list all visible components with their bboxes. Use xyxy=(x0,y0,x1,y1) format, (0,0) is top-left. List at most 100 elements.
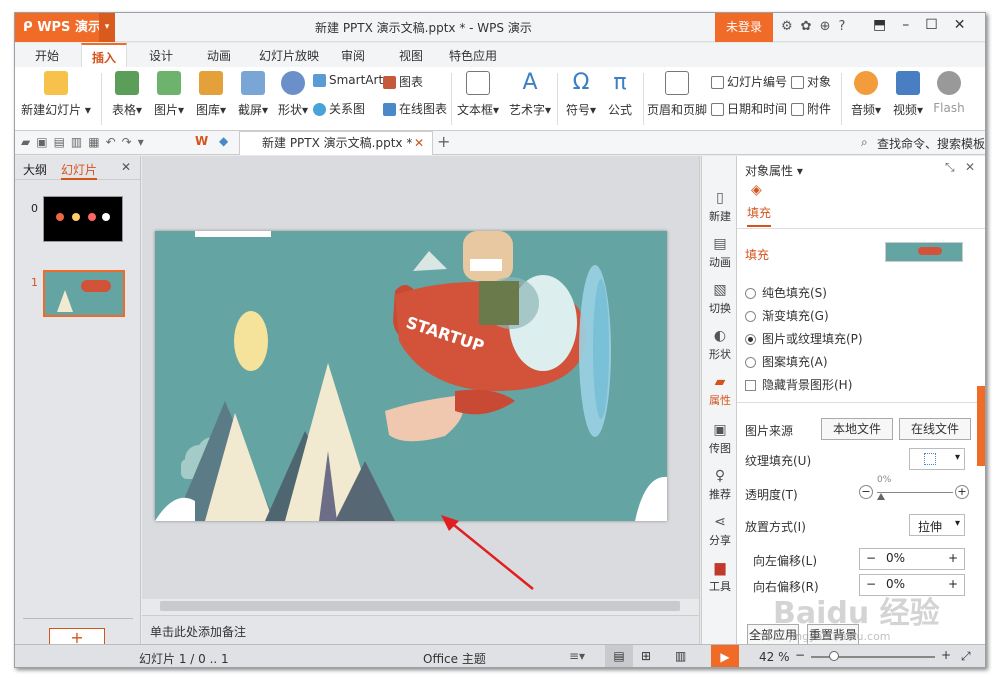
chart-button[interactable]: 图表 xyxy=(383,73,423,90)
open-icon[interactable]: ▰ xyxy=(21,135,36,149)
increase-icon[interactable]: + xyxy=(955,485,969,499)
preview-icon[interactable]: ▦ xyxy=(88,135,105,149)
picture-button[interactable]: 图片▾ xyxy=(149,71,189,118)
tab-slides[interactable]: 幻灯片 xyxy=(61,161,98,180)
minus-icon[interactable]: − xyxy=(866,551,876,565)
sidebar-item-properties[interactable]: ▰ 属性 xyxy=(702,374,738,408)
gallery-button[interactable]: 图库▾ xyxy=(191,71,231,118)
restore-up-icon[interactable]: ⬒ xyxy=(873,17,902,33)
sidebar-item-animation[interactable]: ▤ 动画 xyxy=(702,236,738,270)
new-tab-icon[interactable]: + xyxy=(437,132,450,151)
notes-area[interactable]: 单击此处添加备注 xyxy=(142,615,699,644)
slide-thumb-0[interactable] xyxy=(43,196,123,242)
tab-review[interactable]: 审阅 xyxy=(341,47,365,64)
chevron-down-icon[interactable]: ▾ xyxy=(99,13,115,42)
command-search-input[interactable]: 查找命令、搜索模板 xyxy=(877,135,985,152)
relation-button[interactable]: 关系图 xyxy=(313,100,365,117)
panel-scroll-marker[interactable] xyxy=(977,386,985,466)
close-panel-icon[interactable]: ✕ xyxy=(965,160,975,174)
wordart-button[interactable]: A 艺术字▾ xyxy=(507,71,553,118)
close-panel-icon[interactable]: ✕ xyxy=(121,160,131,174)
zoom-thumb[interactable] xyxy=(829,651,839,661)
slide-sorter-icon[interactable]: ⊞ xyxy=(641,649,651,663)
tab-view[interactable]: 视图 xyxy=(399,47,423,64)
solid-fill-radio[interactable]: 纯色填充(S) xyxy=(745,284,827,301)
slide-thumb-1[interactable] xyxy=(43,270,125,317)
new-slide-button[interactable]: 新建幻灯片 ▾ xyxy=(21,71,91,118)
sidebar-item-new[interactable]: ▯ 新建 xyxy=(702,190,738,224)
redo-icon[interactable]: ↷ xyxy=(122,135,138,149)
panel-title[interactable]: 对象属性 ▾ xyxy=(745,162,803,179)
wps-w-icon[interactable]: W xyxy=(195,134,208,148)
horizontal-scrollbar[interactable] xyxy=(142,599,699,613)
slide-number-button[interactable]: 幻灯片编号 xyxy=(711,73,787,90)
transparency-slider[interactable]: − 0% + xyxy=(859,475,969,502)
fit-window-icon[interactable]: ⤢ xyxy=(961,649,971,664)
tab-outline[interactable]: 大纲 xyxy=(23,161,47,178)
wps-logo-button[interactable]: ᑭ WPS 演示 ▾ xyxy=(15,13,115,42)
placement-dropdown[interactable]: 拉伸 ▾ xyxy=(909,514,965,536)
login-button[interactable]: 未登录 xyxy=(715,13,773,42)
texture-dropdown[interactable]: ▾ xyxy=(909,448,965,470)
export-pdf-icon[interactable]: ▤ xyxy=(54,135,71,149)
smartart-button[interactable]: SmartArt xyxy=(313,73,383,87)
gradient-fill-radio[interactable]: 渐变填充(G) xyxy=(745,307,829,324)
tab-animation[interactable]: 动画 xyxy=(207,47,231,64)
audio-button[interactable]: 音频▾ xyxy=(847,71,885,118)
print-icon[interactable]: ▥ xyxy=(71,135,88,149)
plus-icon[interactable]: + xyxy=(948,551,958,565)
attachment-button[interactable]: 附件 xyxy=(791,100,831,117)
feedback-icon[interactable]: ⊕ xyxy=(820,19,839,34)
dropdown-icon[interactable]: ▾ xyxy=(138,135,150,149)
slider-thumb[interactable] xyxy=(877,493,885,500)
help-icon[interactable]: ? xyxy=(838,19,853,34)
video-button[interactable]: 视频▾ xyxy=(889,71,927,118)
decrease-icon[interactable]: − xyxy=(859,485,873,499)
sidebar-item-tools[interactable]: ▆ 工具 xyxy=(702,560,738,594)
normal-view-icon[interactable]: ▤ xyxy=(605,645,633,667)
header-footer-button[interactable]: 页眉和页脚 xyxy=(647,71,707,118)
formula-button[interactable]: π 公式 xyxy=(605,71,635,118)
offset-left-stepper[interactable]: −0% + xyxy=(859,548,965,570)
sidebar-item-share[interactable]: ⋖ 分享 xyxy=(702,514,738,548)
tab-insert[interactable]: 插入 xyxy=(81,43,128,68)
hide-background-checkbox[interactable]: 隐藏背景图形(H) xyxy=(745,376,852,393)
zoom-in-icon[interactable]: + xyxy=(941,648,951,662)
settings-icon[interactable]: ✿ xyxy=(801,19,820,34)
tab-design[interactable]: 设计 xyxy=(149,47,173,64)
reading-view-icon[interactable]: ▥ xyxy=(675,649,686,663)
sidebar-item-transition[interactable]: ▧ 切换 xyxy=(702,282,738,316)
sidebar-item-shape[interactable]: ◐ 形状 xyxy=(702,328,738,362)
plus-icon[interactable]: + xyxy=(948,577,958,591)
save-icon[interactable]: ▣ xyxy=(36,135,53,149)
collapse-icon[interactable]: ⤡ xyxy=(945,160,955,175)
pattern-fill-radio[interactable]: 图案填充(A) xyxy=(745,353,828,370)
notes-toggle-icon[interactable]: ≡▾ xyxy=(569,649,585,663)
minimize-button[interactable]: – xyxy=(902,17,925,33)
cube-icon[interactable]: ◆ xyxy=(219,134,228,148)
online-file-button[interactable]: 在线文件 xyxy=(899,418,971,440)
object-button[interactable]: 对象 xyxy=(791,73,831,90)
local-file-button[interactable]: 本地文件 xyxy=(821,418,893,440)
undo-icon[interactable]: ↶ xyxy=(106,135,122,149)
symbol-button[interactable]: Ω 符号▾ xyxy=(563,71,599,118)
picture-fill-radio[interactable]: 图片或纹理填充(P) xyxy=(745,330,863,347)
online-chart-button[interactable]: 在线图表 xyxy=(383,100,447,117)
textbox-button[interactable]: 文本框▾ xyxy=(455,71,501,118)
tab-special[interactable]: 特色应用 xyxy=(449,47,497,64)
datetime-button[interactable]: 日期和时间 xyxy=(711,100,787,117)
maximize-button[interactable]: ☐ xyxy=(925,17,954,33)
flash-button[interactable]: Flash xyxy=(931,71,967,115)
zoom-out-icon[interactable]: − xyxy=(795,648,805,662)
document-tab[interactable]: 新建 PPTX 演示文稿.pptx * ✕ xyxy=(239,131,433,155)
scroll-thumb[interactable] xyxy=(160,601,680,611)
sidebar-item-upload[interactable]: ▣ 传图 xyxy=(702,422,738,456)
close-button[interactable]: ✕ xyxy=(954,17,982,33)
shape-button[interactable]: 形状▾ xyxy=(275,71,311,118)
tab-fill[interactable]: 填充 xyxy=(747,204,772,227)
tab-start[interactable]: 开始 xyxy=(35,47,59,64)
skin-icon[interactable]: ⚙ xyxy=(781,19,801,34)
slide-1[interactable]: STARTUP xyxy=(155,231,667,521)
tab-slideshow[interactable]: 幻灯片放映 xyxy=(259,47,319,64)
sidebar-item-recommend[interactable]: ♀ 推荐 xyxy=(702,468,738,502)
